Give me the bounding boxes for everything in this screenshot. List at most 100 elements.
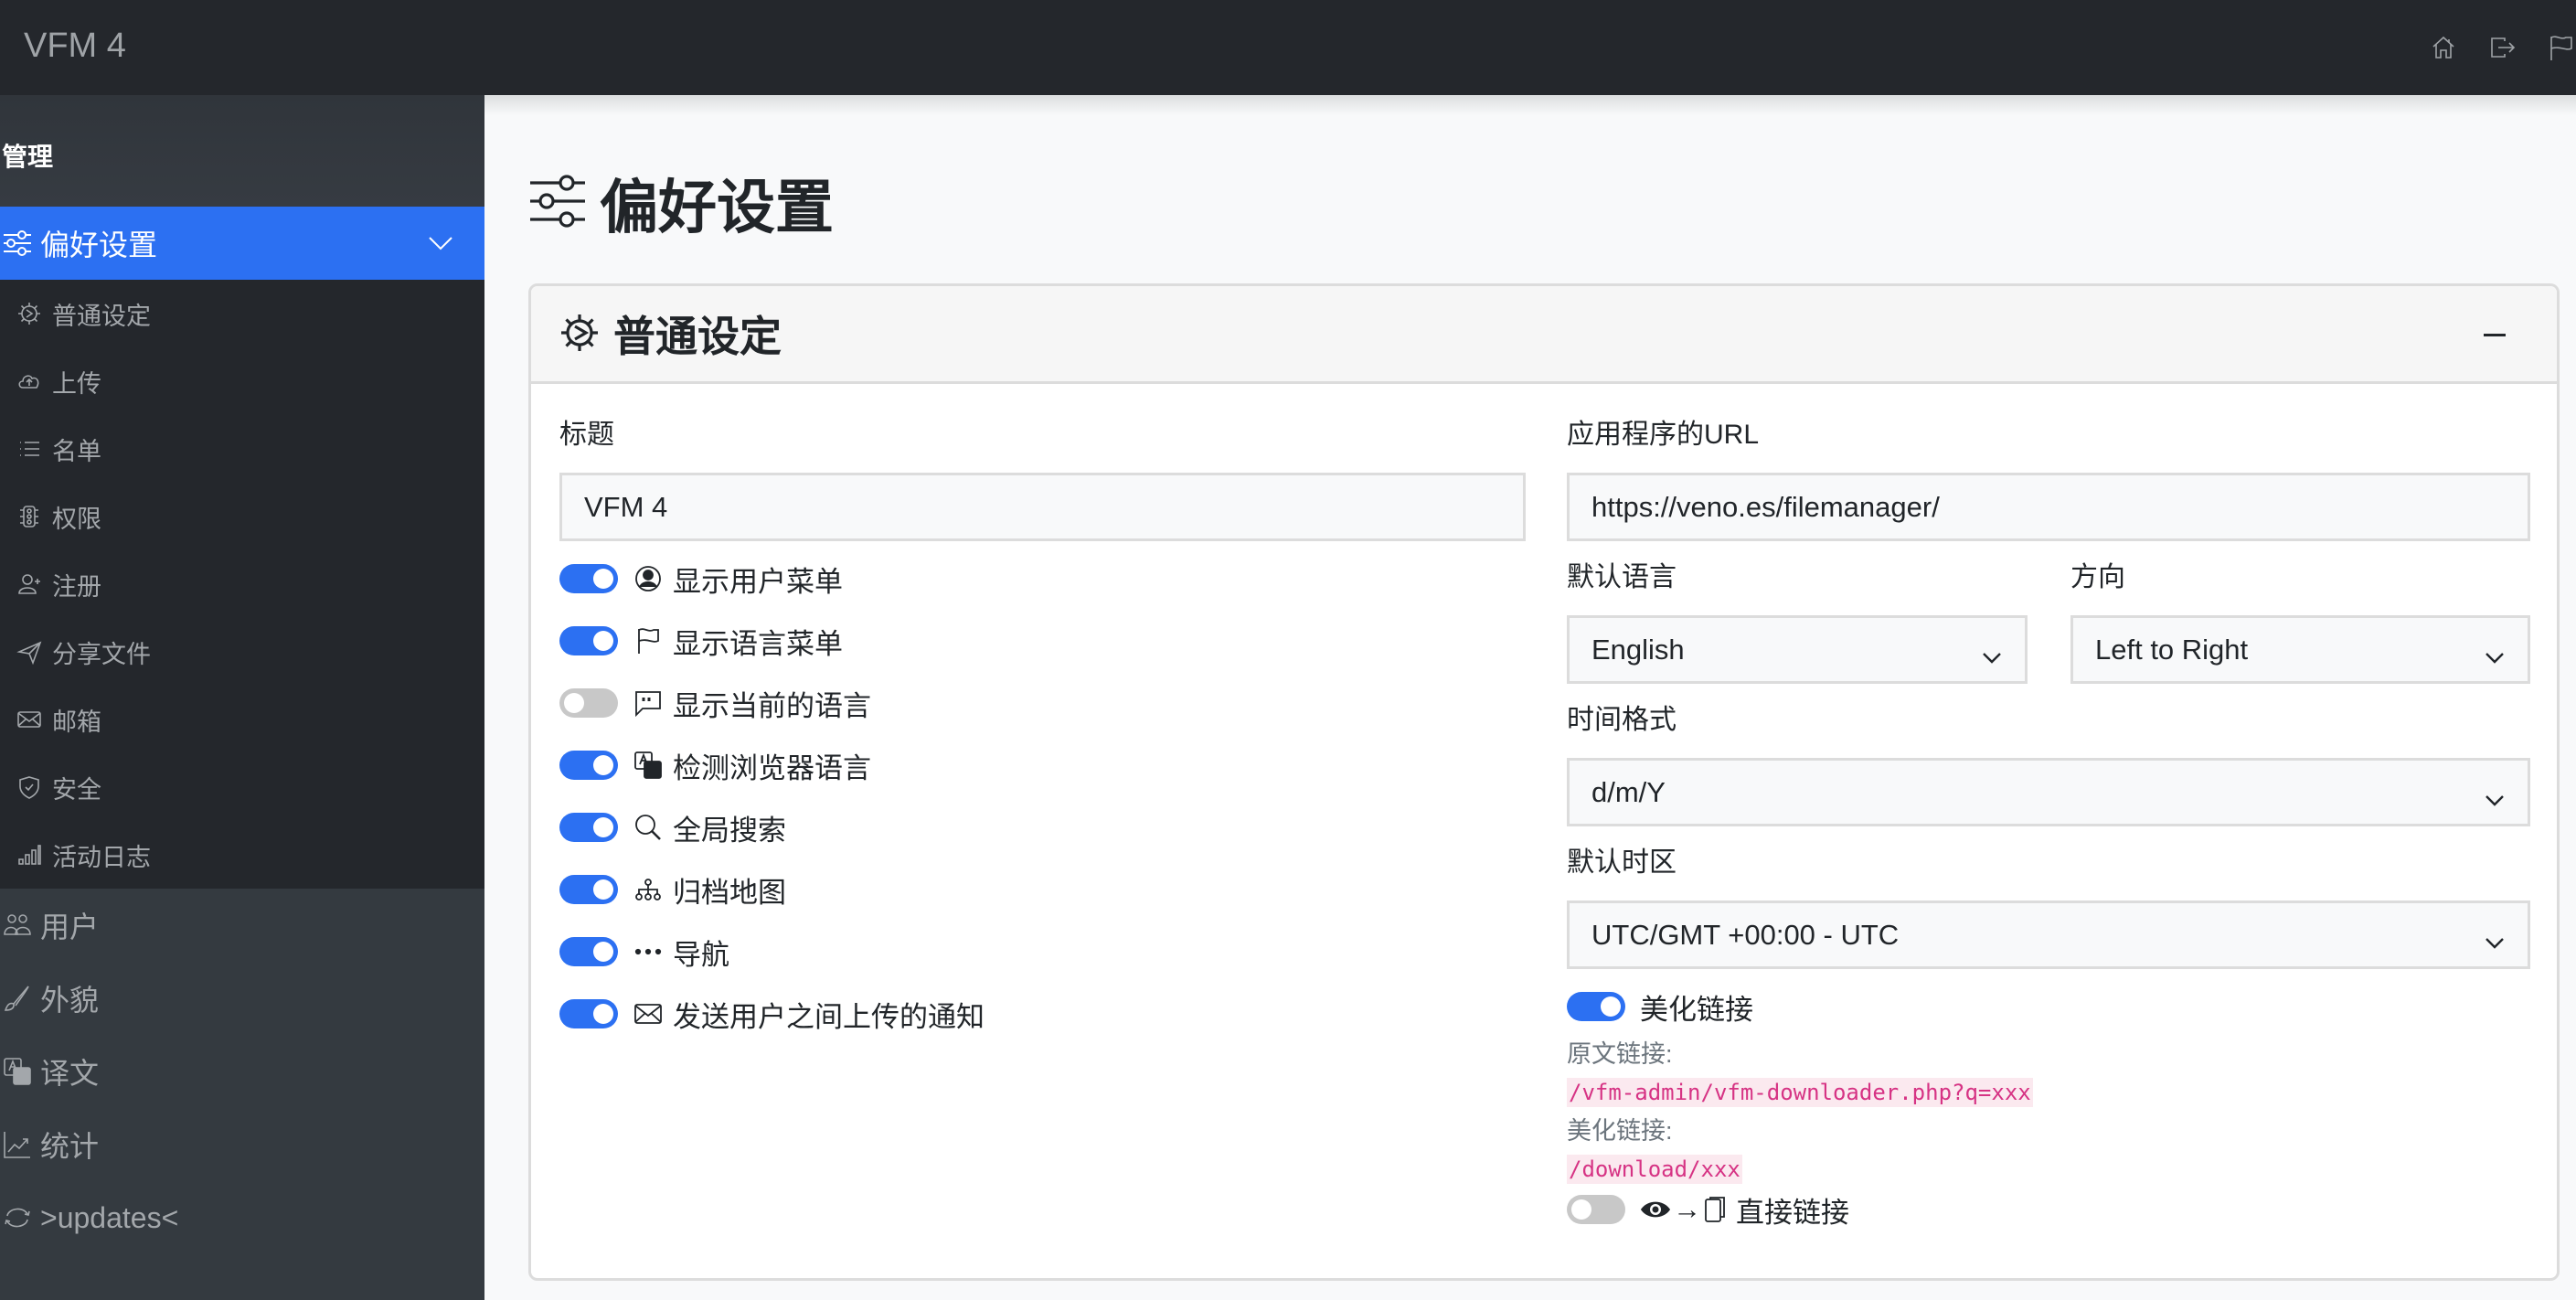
sidebar-subitem-label: 普通设定 — [52, 302, 151, 330]
sidebar-item-label: 偏好设置 — [40, 229, 158, 261]
direction-select[interactable]: Left to Right — [2070, 615, 2530, 684]
sliders-icon — [528, 174, 587, 233]
eye-icon — [1640, 1194, 1671, 1225]
select-value: d/m/Y — [1591, 775, 1666, 808]
original-link-label: 原文链接: — [1567, 1040, 1673, 1068]
switch[interactable] — [559, 688, 618, 718]
search-icon — [633, 812, 664, 843]
flag-icon — [633, 625, 664, 656]
logout-icon[interactable] — [2486, 29, 2517, 66]
toggle-show-user-menu[interactable]: 显示用户菜单 — [559, 560, 843, 598]
toggle-global-search[interactable]: 全局搜索 — [559, 809, 786, 847]
files-icon — [1703, 1194, 1727, 1225]
translate-icon — [633, 750, 664, 781]
sidebar-subitem-email[interactable]: 邮箱 — [0, 686, 484, 753]
flag-icon[interactable] — [2545, 29, 2576, 66]
sidebar-subitem-upload[interactable]: 上传 — [0, 347, 484, 415]
toggle-show-language-menu[interactable]: 显示语言菜单 — [559, 623, 843, 660]
sidebar-subitem-label: 注册 — [52, 572, 101, 601]
chevron-down-icon — [2484, 642, 2506, 664]
switch[interactable] — [1567, 992, 1625, 1021]
navbar-icons — [2428, 27, 2576, 68]
sidebar-subitem-permissions[interactable]: 权限 — [0, 483, 484, 550]
general-settings-card: 普通设定 标题 VFM 4 显示用户菜单 显示语言菜单 显示当前的语言 检测浏览… — [528, 283, 2560, 1281]
send-icon — [16, 638, 43, 666]
switch[interactable] — [559, 813, 618, 842]
graph-up-icon — [2, 1129, 33, 1160]
toggle-show-current-language[interactable]: 显示当前的语言 — [559, 685, 871, 722]
page-title-text: 偏好设置 — [600, 175, 834, 240]
sidebar: 管理 偏好设置 普通设定 上传 名单 权限 注册 分享文件 邮箱 安全 活动日志… — [0, 95, 484, 1300]
title-input[interactable]: VFM 4 — [559, 473, 1526, 541]
sidebar-item-appearance[interactable]: 外貌 — [0, 962, 484, 1035]
switch[interactable] — [559, 751, 618, 780]
sidebar-subitem-label: 上传 — [52, 369, 101, 398]
sidebar-subitem-lists[interactable]: 名单 — [0, 415, 484, 483]
toggle-upload-notifications[interactable]: 发送用户之间上传的通知 — [559, 996, 985, 1033]
select-value: UTC/GMT +00:00 - UTC — [1591, 918, 1900, 951]
arrow-repeat-icon — [2, 1202, 33, 1233]
sidebar-item-label: 译文 — [40, 1057, 100, 1090]
chevron-down-icon[interactable] — [426, 229, 455, 258]
toggle-label: 美化链接 — [1640, 993, 1753, 1026]
sidebar-subitem-label: 名单 — [52, 437, 101, 465]
pretty-link-label: 美化链接: — [1567, 1117, 1673, 1145]
translate-icon — [2, 1056, 33, 1087]
sidebar-item-label: 外貌 — [40, 984, 100, 1017]
sidebar-item-label: 统计 — [40, 1130, 100, 1163]
sidebar-subitem-general[interactable]: 普通设定 — [0, 280, 484, 347]
toggle-navigation[interactable]: 导航 — [559, 933, 729, 971]
switch[interactable] — [559, 875, 618, 904]
sidebar-item-preferences[interactable]: 偏好设置 — [0, 207, 484, 280]
home-icon[interactable] — [2428, 29, 2459, 66]
brand-logo[interactable]: VFM 4 — [24, 24, 126, 68]
toggle-label: 全局搜索 — [673, 814, 786, 847]
page-title: 偏好设置 — [528, 166, 834, 240]
sidebar-subitem-share[interactable]: 分享文件 — [0, 618, 484, 686]
time-format-select[interactable]: d/m/Y — [1567, 758, 2530, 826]
toggle-pretty-links[interactable]: 美化链接 — [1567, 988, 1753, 1026]
top-navbar: VFM 4 — [0, 0, 2576, 95]
list-icon — [16, 435, 43, 463]
default-language-select[interactable]: English — [1567, 615, 2028, 684]
main-content: 偏好设置 普通设定 标题 VFM 4 显示用户菜单 显示语言菜单 显示当前的语言 — [484, 95, 2576, 1300]
app-url-input[interactable]: https://veno.es/filemanager/ — [1567, 473, 2530, 541]
sidebar-subitem-label: 邮箱 — [52, 708, 101, 736]
toggle-detect-browser-language[interactable]: 检测浏览器语言 — [559, 747, 871, 784]
sidebar-header — [0, 95, 484, 207]
default-timezone-select[interactable]: UTC/GMT +00:00 - UTC — [1567, 900, 2530, 969]
switch[interactable] — [559, 626, 618, 655]
toggle-sitemap[interactable]: 归档地图 — [559, 871, 786, 909]
chevron-down-icon — [2484, 927, 2506, 949]
switch[interactable] — [559, 564, 618, 593]
sidebar-subitem-activity-log[interactable]: 活动日志 — [0, 821, 484, 889]
sidebar-item-label: 用户 — [40, 911, 100, 943]
sidebar-subitem-label: 安全 — [52, 775, 101, 804]
direction-label: 方向 — [2070, 562, 2125, 592]
toggle-label: 显示用户菜单 — [673, 565, 843, 598]
collapse-icon[interactable] — [2480, 321, 2507, 348]
sidebar-subitem-label: 权限 — [52, 505, 101, 533]
toggle-label: 检测浏览器语言 — [673, 751, 871, 784]
switch[interactable] — [559, 937, 618, 966]
toggle-label: 归档地图 — [673, 876, 786, 909]
switch[interactable] — [1567, 1195, 1625, 1224]
sidebar-item-translations[interactable]: 译文 — [0, 1035, 484, 1108]
switch[interactable] — [559, 999, 618, 1028]
sidebar-item-statistics[interactable]: 统计 — [0, 1108, 484, 1181]
chat-quote-icon — [633, 687, 664, 719]
app-url-label: 应用程序的URL — [1567, 420, 1760, 450]
sidebar-item-users[interactable]: 用户 — [0, 889, 484, 962]
top-shadow — [484, 95, 2576, 115]
sidebar-subitem-security[interactable]: 安全 — [0, 753, 484, 821]
sidebar-item-updates[interactable]: >updates< — [0, 1181, 484, 1254]
toggle-label: 导航 — [673, 938, 729, 971]
sidebar-subitem-register[interactable]: 注册 — [0, 550, 484, 618]
three-dots-icon — [633, 936, 664, 967]
sidebar-subitem-label: 分享文件 — [52, 640, 151, 668]
toggle-label: 直接链接 — [1736, 1196, 1849, 1229]
select-value: English — [1591, 633, 1685, 666]
toggle-direct-links[interactable]: → 直接链接 — [1567, 1191, 1849, 1229]
traffic-light-icon — [16, 503, 43, 530]
gear-icon — [559, 312, 602, 356]
